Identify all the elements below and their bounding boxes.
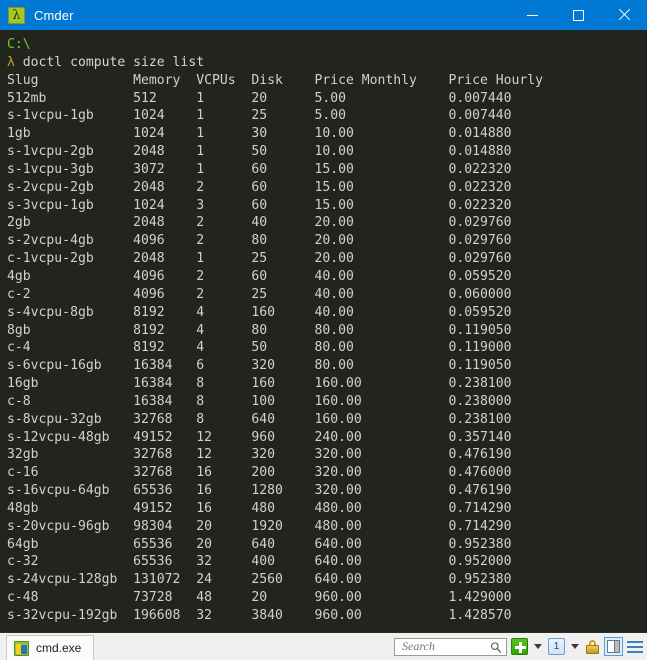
table-row: 32gb 32768 12 320 320.00 0.476190 (7, 447, 512, 463)
pane-right (614, 641, 619, 652)
menu-bar-2 (627, 645, 643, 648)
prompt-lambda-1: λ (7, 54, 15, 70)
tab-label: cmd.exe (36, 641, 82, 655)
title-bar-left: λ Cmder (0, 6, 74, 24)
menu-bar-1 (627, 640, 643, 643)
table-row: s-6vcpu-16gb 16384 6 320 80.00 0.119050 (7, 358, 512, 374)
table-row: c-1vcpu-2gb 2048 1 25 20.00 0.029760 (7, 251, 512, 267)
lock-icon[interactable] (585, 639, 600, 655)
table-row: c-32 65536 32 400 640.00 0.952000 (7, 554, 512, 570)
lambda-icon: λ (8, 6, 25, 24)
active-console-count: 1 (553, 641, 560, 652)
table-row: s-1vcpu-1gb 1024 1 25 5.00 0.007440 (7, 108, 512, 124)
table-row: 512mb 512 1 20 5.00 0.007440 (7, 90, 512, 106)
status-bar: cmd.exe 1 (0, 632, 647, 660)
table-row: s-4vcpu-8gb 8192 4 160 40.00 0.059520 (7, 304, 512, 320)
table-row: c-2 4096 2 25 40.00 0.060000 (7, 286, 512, 302)
table-row: s-2vcpu-4gb 4096 2 80 20.00 0.029760 (7, 233, 512, 249)
minimize-icon (526, 14, 538, 16)
terminal-output[interactable]: C:\ λ doctl compute size list Slug Memor… (0, 30, 647, 632)
table-row: s-1vcpu-2gb 2048 1 50 10.00 0.014880 (7, 144, 512, 160)
tab-strip: cmd.exe (0, 633, 95, 660)
cmder-window: λ Cmder C:\ λ doctl compute size list Sl… (0, 0, 647, 660)
active-console-count-button[interactable]: 1 (548, 638, 565, 655)
table-row: 16gb 16384 8 160 160.00 0.238100 (7, 376, 512, 392)
maximize-icon (572, 9, 584, 21)
window-title: Cmder (34, 7, 74, 23)
new-console-chevron-down-icon[interactable] (534, 644, 542, 649)
new-console-button[interactable] (511, 638, 528, 655)
table-row: 48gb 49152 16 480 480.00 0.714290 (7, 500, 512, 516)
table-row: s-20vcpu-96gb 98304 20 1920 480.00 0.714… (7, 518, 512, 534)
console-window-icon (14, 640, 29, 656)
output-spacer (7, 625, 647, 632)
table-row: s-3vcpu-1gb 1024 3 60 15.00 0.022320 (7, 197, 512, 213)
table-row: c-16 32768 16 200 320.00 0.476000 (7, 465, 512, 481)
table-row: s-16vcpu-64gb 65536 16 1280 320.00 0.476… (7, 483, 512, 499)
table-row: s-24vcpu-128gb 131072 24 2560 640.00 0.9… (7, 572, 512, 588)
close-icon (618, 9, 630, 21)
table-row: 2gb 2048 2 40 20.00 0.029760 (7, 215, 512, 231)
search-icon (490, 641, 502, 653)
table-header-row: Slug Memory VCPUs Disk Price Monthly Pri… (7, 72, 544, 88)
table-row: s-12vcpu-48gb 49152 12 960 240.00 0.3571… (7, 429, 512, 445)
table-row: 64gb 65536 20 640 640.00 0.952380 (7, 536, 512, 552)
table-row: c-48 73728 48 20 960.00 1.429000 (7, 590, 512, 606)
table-row: s-8vcpu-32gb 32768 8 640 160.00 0.238100 (7, 411, 512, 427)
search-box[interactable] (394, 637, 507, 656)
command-text: doctl compute size list (14, 54, 205, 70)
prompt-path-line-1: C:\ (7, 37, 31, 52)
window-controls (509, 0, 647, 30)
search-input[interactable] (400, 638, 496, 655)
table-row: c-4 8192 4 50 80.00 0.119000 (7, 340, 512, 356)
console-list-chevron-down-icon[interactable] (571, 644, 579, 649)
minimize-button[interactable] (509, 0, 555, 30)
table-row: 8gb 8192 4 80 80.00 0.119050 (7, 322, 512, 338)
table-row: s-32vcpu-192gb 196608 32 3840 960.00 1.4… (7, 608, 512, 623)
pane-preview (607, 640, 620, 653)
command-line: λ doctl compute size list (7, 54, 647, 72)
table-body: 512mb 512 1 20 5.00 0.007440 s-1vcpu-1gb … (7, 90, 647, 625)
table-row: c-8 16384 8 100 160.00 0.238000 (7, 393, 512, 409)
table-row: s-1vcpu-3gb 3072 1 60 15.00 0.022320 (7, 161, 512, 177)
table-row: s-2vcpu-2gb 2048 2 60 15.00 0.022320 (7, 179, 512, 195)
menu-bar-3 (627, 650, 643, 653)
title-bar: λ Cmder (0, 0, 647, 30)
maximize-button[interactable] (555, 0, 601, 30)
toggle-pane-icon[interactable] (604, 637, 623, 656)
table-row: 1gb 1024 1 30 10.00 0.014880 (7, 126, 512, 142)
tab-cmd-exe[interactable]: cmd.exe (6, 635, 95, 660)
status-bar-tools: 1 (394, 633, 643, 660)
close-button[interactable] (601, 0, 647, 30)
hamburger-menu-icon[interactable] (627, 640, 643, 654)
lock-body (586, 644, 599, 654)
table-row: 4gb 4096 2 60 40.00 0.059520 (7, 268, 512, 284)
